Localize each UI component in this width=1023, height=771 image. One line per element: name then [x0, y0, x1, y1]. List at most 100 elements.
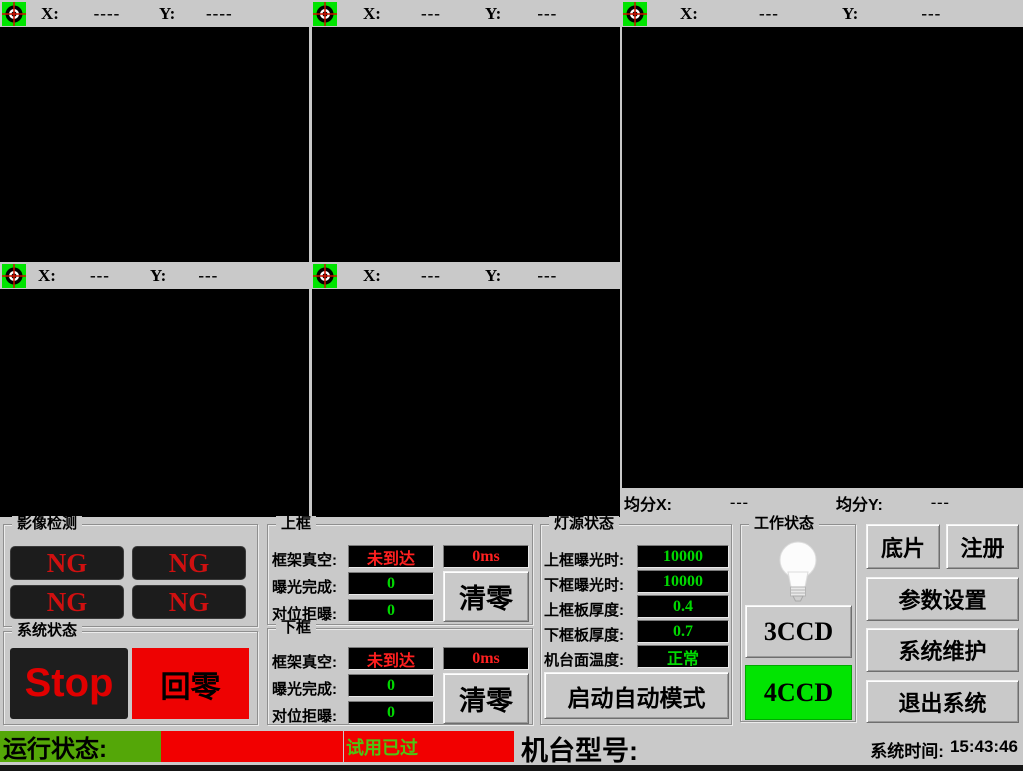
y-coord-value: ---: [898, 4, 964, 24]
bottom-edge-strip: [0, 765, 1023, 771]
avg-x-value: ---: [730, 494, 790, 512]
y-coord-label: Y:: [842, 4, 858, 24]
system-status-group: 系统状态 Stop 回零: [3, 631, 258, 725]
vacuum-label: 框架真空:: [272, 549, 337, 570]
work-status-group: 工作状态 3CCD 4CCD: [740, 524, 856, 722]
vacuum-status-field: 未到达: [348, 545, 434, 568]
upper-exposure-time-field: 10000: [637, 545, 729, 568]
camera1-view: [0, 27, 309, 262]
crosshair-icon: [623, 2, 647, 26]
y-coord-value: ---: [180, 266, 236, 286]
y-coord-label: Y:: [485, 266, 501, 286]
x-coord-value: ---: [736, 4, 802, 24]
ng-indicator-3: NG: [10, 585, 124, 619]
avg-y-value: ---: [931, 494, 991, 512]
system-status-title: 系统状态: [12, 623, 82, 639]
upper-frame-title: 上框: [276, 516, 316, 532]
exposure-done-label: 曝光完成:: [272, 678, 337, 699]
light-bulb-icon: [774, 539, 822, 610]
lower-exposure-time-field: 10000: [637, 570, 729, 593]
y-coord-label: Y:: [159, 4, 175, 24]
exposure-count-field: 0: [348, 674, 434, 697]
parameter-settings-button[interactable]: 参数设置: [866, 577, 1019, 621]
ccd4-button[interactable]: 4CCD: [745, 665, 852, 720]
vacuum-time-field: 0ms: [443, 545, 529, 568]
camera5-view: [312, 289, 620, 517]
x-coord-value: ----: [77, 4, 137, 24]
lower-frame-group: 下框 框架真空: 未到达 0ms 曝光完成: 0 对位拒曝: 0 清零: [267, 628, 533, 725]
x-coord-value: ---: [403, 266, 459, 286]
image-detection-group: 影像检测 NG NG NG NG: [3, 524, 258, 627]
lower-exposure-time-label: 下框曝光时:: [544, 574, 624, 595]
camera1-header: X: ---- Y: ----: [0, 0, 310, 27]
crosshair-icon: [313, 264, 337, 288]
camera2-view: [312, 27, 620, 262]
run-status-bar: [161, 731, 343, 762]
y-coord-label: Y:: [150, 266, 166, 286]
exposure-done-label: 曝光完成:: [272, 576, 337, 597]
upper-frame-group: 上框 框架真空: 未到达 0ms 曝光完成: 0 对位拒曝: 0 清零: [267, 524, 533, 625]
upper-exposure-time-label: 上框曝光时:: [544, 549, 624, 570]
align-reject-label: 对位拒曝:: [272, 705, 337, 726]
camera4-view: [0, 289, 309, 517]
stop-button[interactable]: Stop: [10, 648, 128, 719]
image-detection-title: 影像检测: [12, 516, 82, 532]
x-coord-value: ---: [403, 4, 459, 24]
table-temperature-field: 正常: [637, 645, 729, 668]
y-coord-value: ----: [189, 4, 249, 24]
work-status-title: 工作状态: [749, 516, 819, 532]
ng-indicator-1: NG: [10, 546, 124, 580]
system-maintenance-button[interactable]: 系统维护: [866, 628, 1019, 672]
crosshair-icon: [2, 2, 26, 26]
camera3-view: [622, 27, 1023, 488]
x-coord-value: ---: [72, 266, 128, 286]
lower-frame-title: 下框: [276, 620, 316, 636]
ng-indicator-2: NG: [132, 546, 246, 580]
crosshair-icon: [2, 264, 26, 288]
system-time: 系统时间: 15:43:46: [870, 737, 1018, 762]
lower-board-thickness-label: 下框板厚度:: [544, 624, 624, 645]
exposure-count-field: 0: [348, 572, 434, 595]
crosshair-icon: [313, 2, 337, 26]
x-coord-label: X:: [38, 266, 56, 286]
align-reject-field: 0: [348, 599, 434, 622]
ng-indicator-4: NG: [132, 585, 246, 619]
average-coords-row: 均分X: --- 均分Y: ---: [622, 488, 1023, 518]
machine-model-label: 机台型号:: [521, 729, 638, 768]
x-coord-label: X:: [41, 4, 59, 24]
upper-board-thickness-field: 0.4: [637, 595, 729, 618]
system-time-label: 系统时间:: [870, 737, 944, 762]
run-status-label: 运行状态:: [0, 731, 161, 762]
camera4-header: X: --- Y: ---: [0, 262, 310, 289]
exit-system-button[interactable]: 退出系统: [866, 680, 1019, 723]
machine-control-screen: X: ---- Y: ---- X: --- Y: --- X: --- Y: …: [0, 0, 1023, 771]
register-button[interactable]: 注册: [946, 524, 1019, 569]
y-coord-value: ---: [519, 4, 575, 24]
upper-clear-button[interactable]: 清零: [443, 571, 529, 622]
camera3-header: X: --- Y: ---: [621, 0, 1023, 27]
align-reject-field: 0: [348, 701, 434, 724]
vacuum-time-field: 0ms: [443, 647, 529, 670]
camera2-header: X: --- Y: ---: [311, 0, 620, 27]
film-button[interactable]: 底片: [866, 524, 940, 569]
lower-board-thickness-field: 0.7: [637, 620, 729, 643]
lower-clear-button[interactable]: 清零: [443, 673, 529, 724]
y-coord-label: Y:: [485, 4, 501, 24]
light-status-group: 灯源状态 上框曝光时: 10000 下框曝光时: 10000 上框板厚度: 0.…: [540, 524, 732, 725]
x-coord-label: X:: [363, 266, 381, 286]
upper-board-thickness-label: 上框板厚度:: [544, 599, 624, 620]
x-coord-label: X:: [363, 4, 381, 24]
home-zero-button[interactable]: 回零: [132, 648, 249, 719]
avg-x-label: 均分X:: [624, 491, 672, 515]
light-status-title: 灯源状态: [549, 516, 619, 532]
system-time-value: 15:43:46: [950, 737, 1018, 762]
start-auto-mode-button[interactable]: 启动自动模式: [544, 672, 729, 719]
vacuum-status-field: 未到达: [348, 647, 434, 670]
avg-y-label: 均分Y:: [836, 491, 883, 515]
table-temperature-label: 机台面温度:: [544, 649, 624, 670]
ccd3-button[interactable]: 3CCD: [745, 605, 852, 658]
camera5-header: X: --- Y: ---: [311, 262, 620, 289]
vacuum-label: 框架真空:: [272, 651, 337, 672]
x-coord-label: X:: [680, 4, 698, 24]
y-coord-value: ---: [519, 266, 575, 286]
